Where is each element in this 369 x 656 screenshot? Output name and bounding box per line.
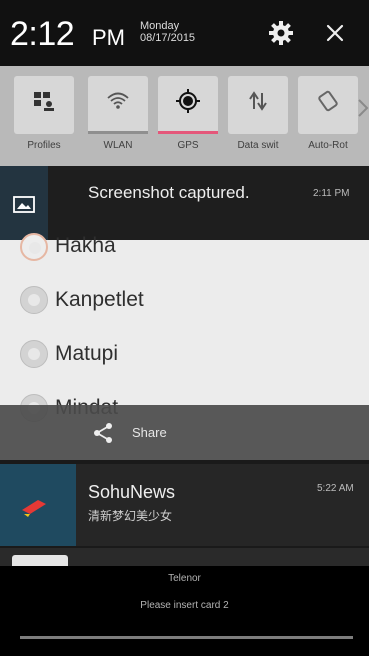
tile-wlan[interactable] [88,76,148,134]
share-label: Share [132,425,167,440]
tile-label-gps: GPS [177,140,199,151]
share-button[interactable] [92,422,114,444]
tile-label-profiles: Profiles [27,140,61,151]
sim-status-label: Please insert card 2 [140,600,229,611]
radio-matupi[interactable] [20,340,48,368]
tile-label-data-switch: Data swit [237,140,279,151]
option-label-hakha: Hakha [55,234,116,257]
date-display: Monday 08/17/2015 [140,20,195,44]
tile-profiles[interactable] [14,76,74,134]
notification-screenshot-time: 2:11 PM [313,188,350,199]
day-label: Monday [140,20,180,32]
notification-sohunews-message: 清新梦幻美少女 [88,509,173,523]
image-icon [13,196,35,213]
chevron-right-icon [358,99,369,117]
gear-icon [269,21,293,45]
close-icon [326,24,344,42]
option-label-matupi: Matupi [55,342,119,365]
clock-time: 2:12 [10,15,75,53]
settings-button[interactable] [268,20,294,46]
gps-status-bar [158,131,218,134]
tile-data-switch[interactable] [228,76,288,134]
notification-screenshot[interactable] [0,166,369,240]
drag-handle[interactable] [20,636,353,639]
wifi-icon [107,92,129,109]
notification-screenshot-title: Screenshot captured. [88,183,250,202]
sohu-logo-icon [22,500,46,517]
auto-rotate-icon [318,90,338,112]
share-action-band[interactable] [0,405,369,460]
notification-peek-icon [12,555,68,566]
notification-screenshot-icon-box [0,166,48,240]
wlan-status-bar [88,131,148,134]
data-switch-icon [249,91,267,111]
share-icon [94,423,112,443]
carrier-label: Telenor [168,573,201,584]
qs-more-button[interactable] [357,88,369,128]
notification-sohunews-title: SohuNews [88,482,176,502]
radio-kanpetlet[interactable] [20,286,48,314]
close-button[interactable] [322,20,348,46]
notification-sohunews-icon-box [0,464,76,546]
gps-icon [176,89,200,113]
notification-sohunews-time: 5:22 AM [317,483,354,494]
profiles-icon [34,92,54,111]
date-label: 08/17/2015 [140,32,196,44]
radio-hakha[interactable] [20,233,48,261]
tile-gps[interactable] [158,76,218,134]
clock-ampm: PM [92,25,125,50]
option-label-kanpetlet: Kanpetlet [55,288,144,311]
tile-auto-rotate[interactable] [298,76,358,134]
tile-label-wlan: WLAN [103,140,133,151]
tile-label-auto-rotate: Auto-Rot [308,140,348,151]
